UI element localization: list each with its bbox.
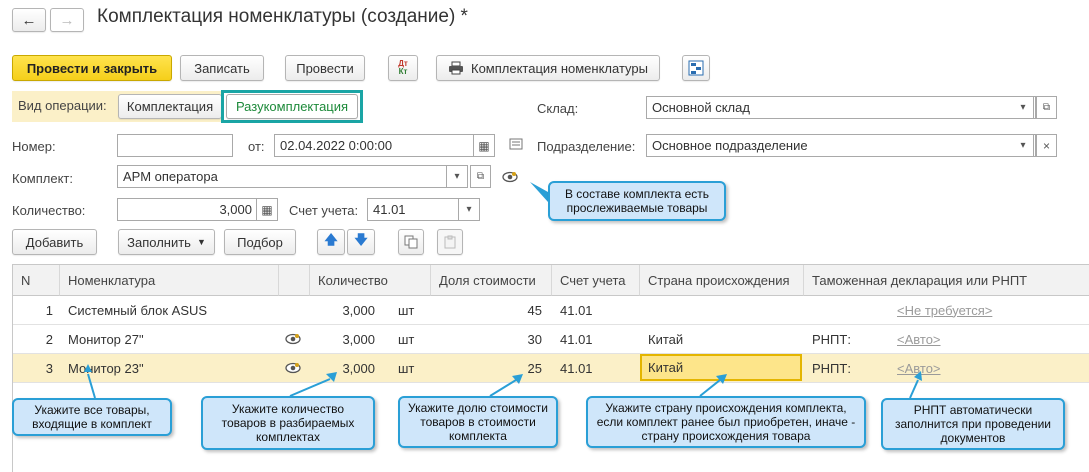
pointer-items xyxy=(87,373,96,399)
callout-traceable: В составе комплекта есть прослеживаемые … xyxy=(548,181,726,221)
callout-share: Укажите долю стоимости товаров в стоимос… xyxy=(398,396,558,448)
pointer-share xyxy=(489,379,517,397)
callout-items: Укажите все товары, входящие в комплект xyxy=(12,398,172,436)
callout-qty: Укажите количество товаров в разбираемых… xyxy=(201,396,375,450)
pointer-country xyxy=(699,379,721,397)
callout-country: Укажите страну происхождения комплекта, … xyxy=(586,396,866,448)
pointer-traceable xyxy=(530,182,548,202)
pointer-qty xyxy=(289,378,331,397)
pointer-rnpt-head xyxy=(914,371,922,381)
pointer-rnpt xyxy=(909,379,919,399)
pointer-items-head xyxy=(84,364,92,372)
callout-rnpt: РНПТ автоматически заполнится при провед… xyxy=(881,398,1065,450)
